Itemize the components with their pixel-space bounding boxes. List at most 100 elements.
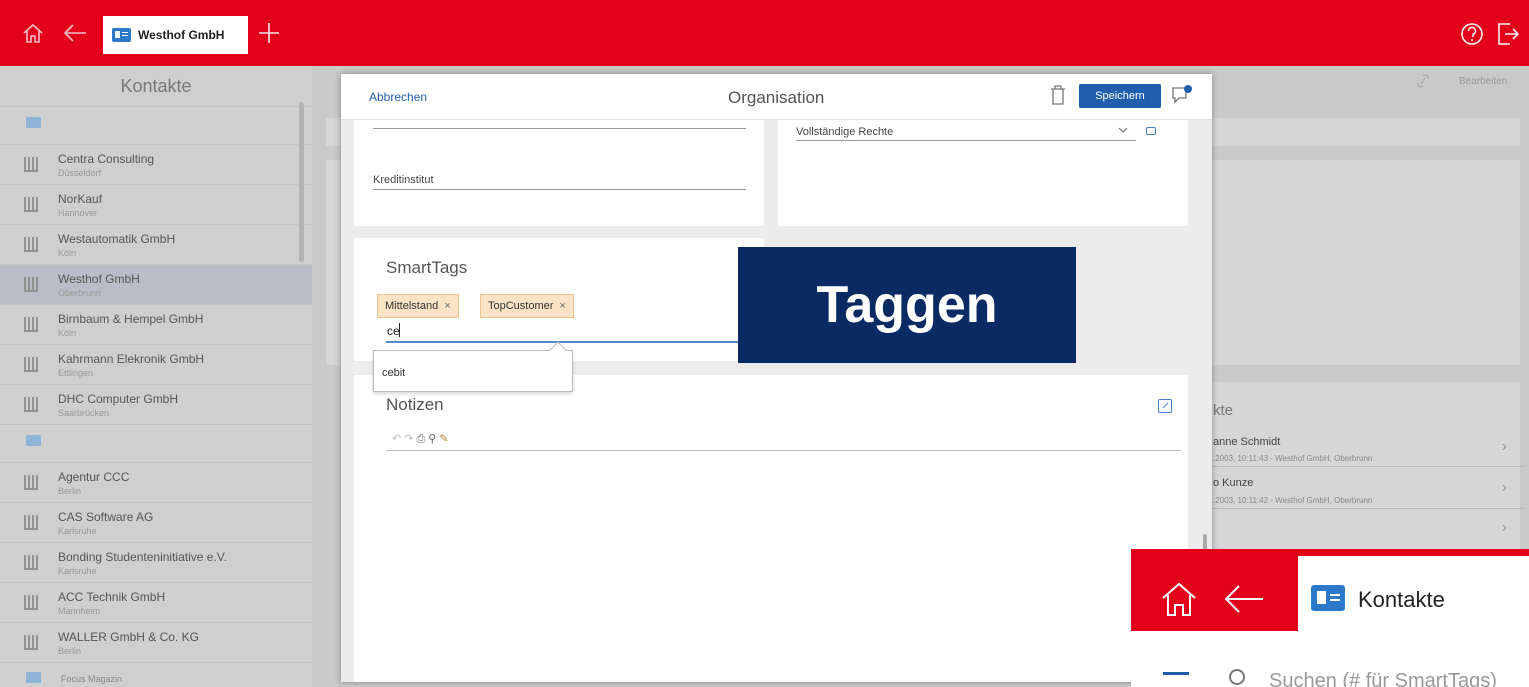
sidebar-scrollbar[interactable]	[299, 102, 304, 262]
building-icon	[24, 475, 38, 490]
sidebar-item-name: CAS Software AG	[58, 509, 154, 524]
building-icon	[24, 317, 38, 332]
back-icon[interactable]	[1223, 584, 1265, 614]
help-icon[interactable]	[1460, 22, 1484, 46]
taggen-caption: Taggen	[738, 247, 1076, 363]
text-caret	[399, 323, 400, 337]
sidebar-item[interactable]: CAS Software AG Karlsruhe	[0, 502, 312, 542]
comment-icon[interactable]	[1171, 85, 1193, 105]
save-button[interactable]: Speichern	[1079, 84, 1161, 108]
building-icon	[24, 157, 38, 172]
sidebar-item-city: Oberbrunn	[58, 287, 102, 298]
field-underline	[373, 128, 746, 129]
sidebar-item[interactable]: NorKauf Hannover	[0, 184, 312, 224]
sidebar-group-header	[0, 106, 312, 144]
sidebar-group-header	[0, 424, 312, 462]
sidebar-item[interactable]: Centra Consulting Düsseldorf	[0, 144, 312, 184]
back-icon[interactable]	[62, 23, 88, 43]
notes-title: Notizen	[386, 395, 444, 414]
sidebar-item[interactable]: ACC Technik GmbH Mannheim	[0, 582, 312, 622]
smarttag-chip[interactable]: TopCustomer ×	[480, 294, 574, 318]
sidebar-item-city: Berlin	[58, 485, 82, 496]
sidebar-title: Kontakte	[120, 76, 192, 96]
sidebar-item-name: NorKauf	[58, 191, 103, 206]
sidebar-item-city: Köln	[58, 247, 77, 258]
remove-tag-icon[interactable]: ×	[444, 300, 450, 312]
sidebar-item[interactable]: Agentur CCC Berlin	[0, 462, 312, 502]
add-tab-icon[interactable]	[258, 22, 280, 44]
sidebar-item-name: Focus Magazin	[61, 673, 123, 684]
sidebar-list: Centra Consulting Düsseldorf NorKauf Hannov…	[0, 144, 312, 424]
building-icon	[24, 197, 38, 212]
sidebar-item[interactable]: Focus Magazin	[0, 662, 312, 687]
building-icon	[24, 397, 38, 412]
sidebar-item-city: Karlsruhe	[58, 525, 97, 536]
sidebar-item[interactable]: Birnbaum & Hempel GmbH Köln	[0, 304, 312, 344]
trash-icon[interactable]	[1050, 85, 1066, 105]
sidebar-list: Agentur CCC Berlin CAS Software AG Karlsruh…	[0, 462, 312, 662]
sidebar-item[interactable]: WALLER GmbH & Co. KG Berlin	[0, 622, 312, 662]
notes-toolbar: ↶↷⎙⚲✎	[392, 432, 452, 446]
building-icon	[24, 277, 38, 292]
rights-select[interactable]: Vollständige Rechte	[796, 126, 893, 138]
link-icon[interactable]	[1414, 74, 1432, 88]
home-icon[interactable]	[1161, 581, 1197, 617]
home-icon[interactable]	[22, 22, 44, 44]
dialog-header: Abbrechen Organisation Speichern	[341, 74, 1212, 120]
toolbar-divider	[386, 450, 1181, 451]
inset-tab-label: Kontakte	[1358, 587, 1445, 612]
contact-card-icon	[26, 672, 41, 683]
contact-card-icon	[1311, 585, 1345, 611]
building-icon	[24, 357, 38, 372]
remove-tag-icon[interactable]: ×	[559, 300, 565, 312]
menu-icon[interactable]	[1163, 672, 1189, 675]
sidebar-item-city: Ettlingen	[58, 367, 94, 378]
contact-card-icon	[112, 28, 131, 42]
logout-icon[interactable]	[1497, 22, 1519, 46]
chevron-right-icon[interactable]: ›	[1502, 438, 1507, 456]
edit-link[interactable]: Bearbeiten	[1459, 76, 1507, 87]
notes-card: Notizen ↶↷⎙⚲✎	[354, 375, 1188, 682]
activity-name: anne Schmidt	[1213, 436, 1281, 448]
sidebar-item-name: Westhof GmbH	[58, 271, 140, 286]
sidebar-item-name: ACC Technik GmbH	[58, 589, 166, 604]
smarttag-input[interactable]: ce	[387, 324, 400, 338]
rights-card: Vollständige Rechte	[778, 120, 1188, 226]
sidebar-item-name: Agentur CCC	[58, 469, 130, 484]
building-icon	[24, 635, 38, 650]
expand-icon[interactable]	[1158, 399, 1172, 413]
sidebar-item-city: Hannover	[58, 207, 98, 218]
app-root: Westhof GmbH Kontakte Centra Consulting D…	[0, 0, 1529, 687]
divider	[1203, 508, 1525, 509]
kreditinstitut-label[interactable]: Kreditinstitut	[373, 174, 434, 186]
undo-icon[interactable]: ↶	[392, 433, 404, 445]
search-icon[interactable]	[1229, 669, 1245, 685]
smarttag-chip[interactable]: Mittelstand ×	[377, 294, 459, 318]
smarttags-title: SmartTags	[386, 258, 468, 277]
activities-title[interactable]: kte	[1213, 402, 1233, 419]
sidebar-item-name: Centra Consulting	[58, 151, 155, 166]
search-input[interactable]: Suchen (# für SmartTags)	[1269, 670, 1497, 687]
building-icon	[24, 515, 38, 530]
sidebar-item[interactable]: Westhof GmbH Oberbrunn	[0, 264, 312, 304]
chevron-right-icon[interactable]: ›	[1502, 519, 1507, 537]
redo-icon[interactable]: ↷	[404, 433, 416, 445]
sidebar-item[interactable]: Kahrmann Elekronik GmbH Ettlingen	[0, 344, 312, 384]
print-icon[interactable]: ⎙	[416, 433, 428, 445]
cancel-button[interactable]: Abbrechen	[369, 90, 427, 104]
chevron-right-icon[interactable]: ›	[1502, 479, 1507, 497]
info-icon[interactable]	[1146, 127, 1156, 135]
sidebar-item-city: Karlsruhe	[58, 565, 97, 576]
chevron-down-icon[interactable]	[1118, 127, 1128, 134]
sidebar-item[interactable]: Westautomatik GmbH Köln	[0, 224, 312, 264]
building-icon	[24, 595, 38, 610]
format-icon[interactable]: ✎	[439, 433, 451, 445]
tab-westhof[interactable]: Westhof GmbH	[103, 16, 248, 54]
activity-name: o Kunze	[1213, 477, 1254, 489]
suggestion-item[interactable]: cebit	[382, 367, 405, 379]
sidebar-item[interactable]: DHC Computer GmbH Saarbrücken	[0, 384, 312, 424]
find-icon[interactable]: ⚲	[428, 433, 439, 445]
sidebar-item[interactable]: Bonding Studenteninitiative e.V. Karlsruh…	[0, 542, 312, 582]
kreditinstitut-underline	[373, 189, 746, 190]
contact-card-icon	[26, 435, 41, 446]
